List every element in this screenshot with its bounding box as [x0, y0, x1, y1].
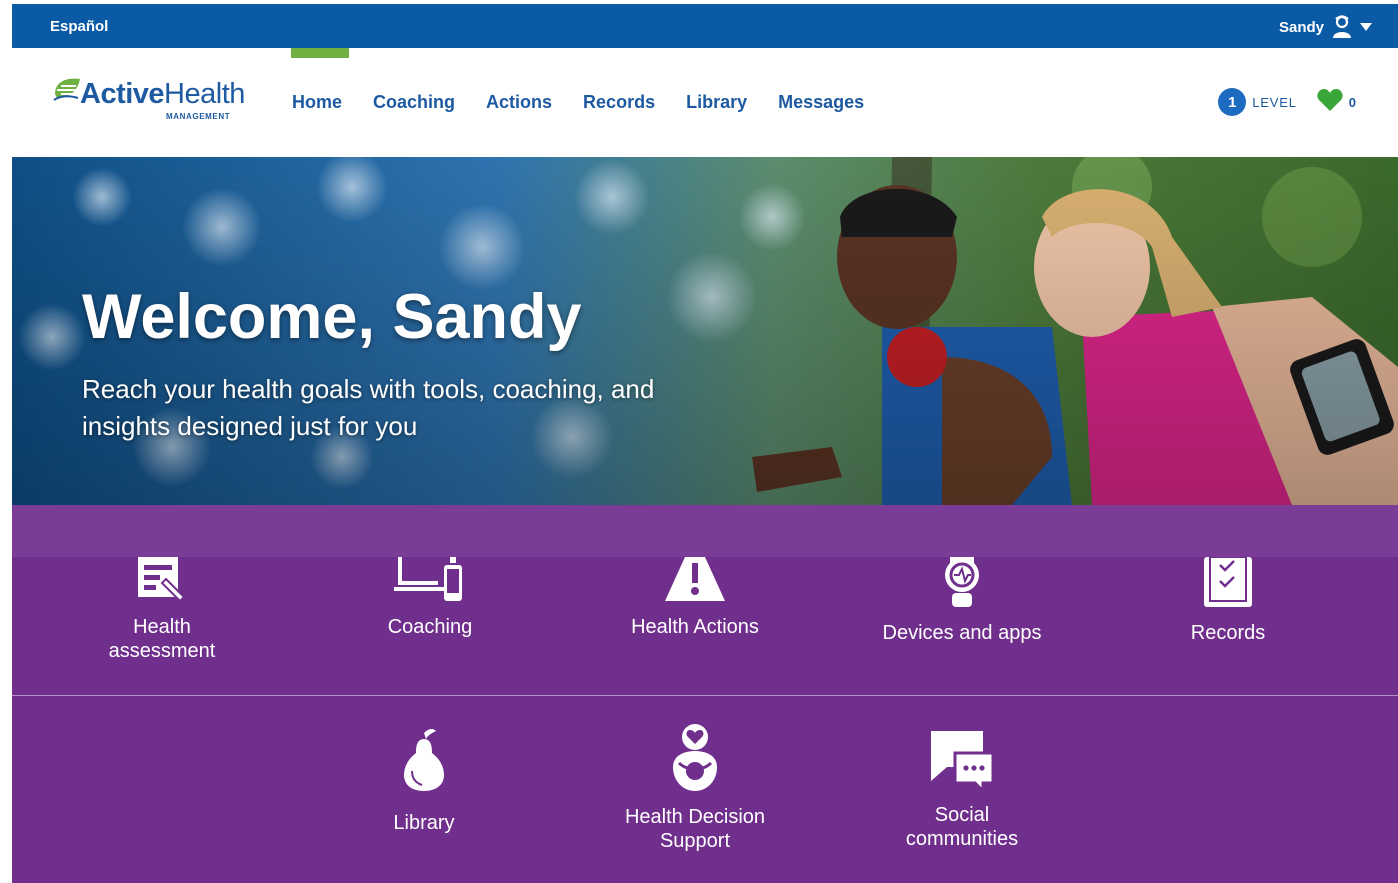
tile-label: Library	[393, 812, 455, 834]
tile-label: Health Actions	[631, 616, 759, 638]
tile-label: Devices and apps	[882, 622, 1042, 644]
tile-devices-and-apps[interactable]: Devices and apps	[872, 557, 1052, 645]
chat-bubbles-icon	[931, 731, 995, 791]
tile-health-assessment[interactable]: Health assessment	[82, 557, 242, 663]
tile-label: Health Decision Support	[624, 806, 766, 852]
nav-coaching[interactable]: Coaching	[373, 92, 455, 113]
smartwatch-icon	[945, 557, 979, 607]
language-toggle-link[interactable]: Español	[50, 18, 108, 35]
hero-banner: Welcome, Sandy Reach your health goals w…	[12, 157, 1398, 505]
activehealth-logo[interactable]: ActiveHealth MANAGEMENT	[52, 76, 252, 126]
nav-home[interactable]: Home	[292, 92, 342, 113]
nav-links: Home Coaching Actions Records Library Me…	[292, 92, 895, 113]
tile-health-decision-support[interactable]: Health Decision Support	[602, 723, 788, 853]
chevron-down-icon	[1360, 23, 1372, 31]
nav-messages[interactable]: Messages	[778, 92, 864, 113]
tile-health-actions[interactable]: Health Actions	[615, 557, 775, 639]
nav-library[interactable]: Library	[686, 92, 747, 113]
rewards-status[interactable]: 1 LEVEL 0	[1218, 88, 1356, 116]
hero-title: Welcome, Sandy	[82, 282, 582, 352]
tiles-row-divider	[12, 695, 1398, 696]
logo-subtitle: MANAGEMENT	[166, 112, 231, 121]
tile-label: Social communities	[905, 804, 1019, 850]
user-name: Sandy	[1278, 18, 1324, 36]
quick-links-panel: Health assessment Coaching Health Action…	[12, 505, 1398, 883]
level-badge: 1	[1218, 88, 1247, 116]
heart-icon	[1317, 88, 1343, 116]
nav-actions[interactable]: Actions	[486, 92, 552, 113]
tile-label: Records	[1190, 622, 1266, 644]
heart-count: 0	[1348, 94, 1356, 110]
clipboard-checklist-icon	[1204, 557, 1252, 607]
pear-icon	[404, 729, 444, 791]
user-menu[interactable]: Sandy	[1279, 15, 1372, 39]
tile-coaching[interactable]: Coaching	[350, 557, 510, 639]
tiles-header-band	[12, 505, 1398, 557]
main-navigation: ActiveHealth MANAGEMENT Home Coaching Ac…	[12, 48, 1398, 156]
tile-records[interactable]: Records	[1148, 557, 1308, 645]
active-nav-indicator	[291, 48, 349, 58]
tile-label: Health assessment	[108, 616, 216, 662]
logo-wordmark: ActiveHealth	[80, 78, 245, 110]
tile-library[interactable]: Library	[344, 727, 504, 835]
tile-label: Coaching	[387, 616, 473, 638]
page: Español Sandy ActiveHealth MANAGEMENT Ho…	[0, 0, 1398, 883]
top-utility-bar: Español Sandy	[12, 4, 1398, 48]
level-label: LEVEL	[1252, 94, 1297, 110]
health-assessment-icon	[138, 557, 186, 603]
hero-subtitle: Reach your health goals with tools, coac…	[82, 374, 655, 441]
nav-records[interactable]: Records	[583, 92, 655, 113]
person-heart-icon	[673, 724, 717, 791]
coaching-devices-icon	[394, 557, 462, 601]
tile-social-communities[interactable]: Social communities	[882, 731, 1042, 851]
warning-triangle-icon	[665, 557, 725, 601]
user-avatar-icon	[1332, 15, 1352, 39]
